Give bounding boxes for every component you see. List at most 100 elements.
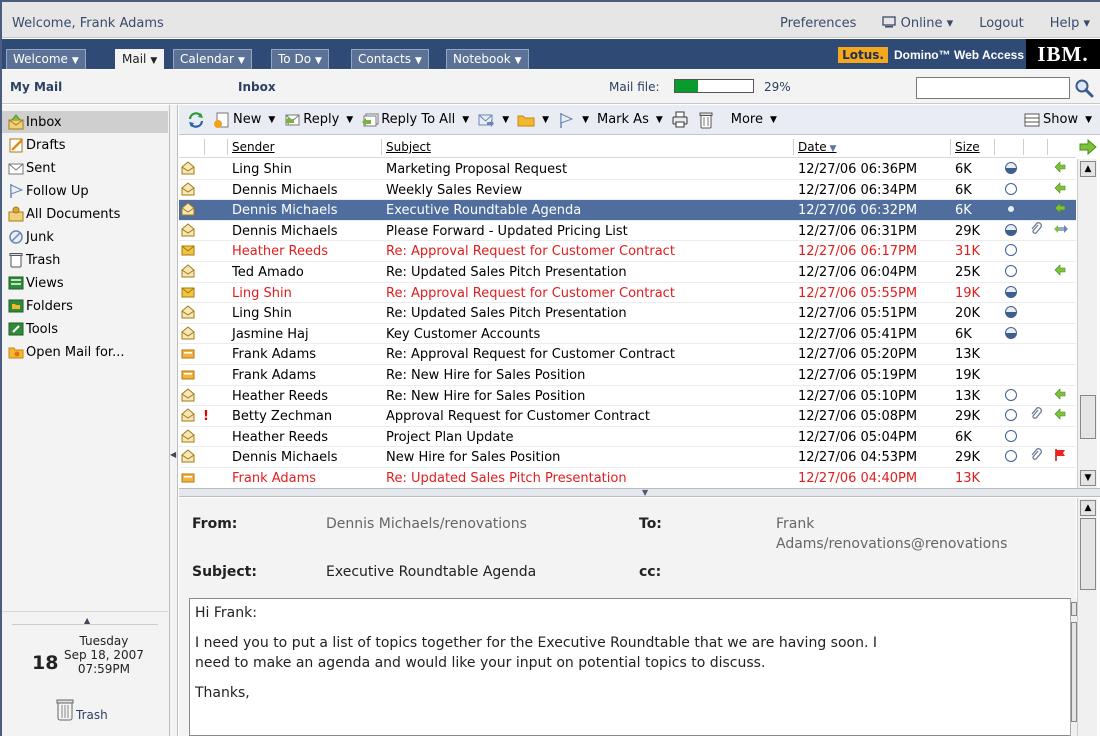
- message-row[interactable]: Dennis Michaels New Hire for Sales Positi…: [179, 447, 1076, 468]
- message-row[interactable]: Dennis Michaels Please Forward - Updated …: [179, 221, 1076, 242]
- print-button[interactable]: [671, 111, 689, 129]
- subject-label: Subject:: [192, 564, 257, 580]
- tab-welcome[interactable]: Welcome ▼: [6, 49, 86, 69]
- sender-column-header[interactable]: Sender: [232, 140, 275, 154]
- collapse-left-icon[interactable]: ◀: [170, 450, 176, 459]
- date-cell: 12/27/06 06:34PM: [798, 182, 918, 198]
- message-row[interactable]: Heather Reeds Project Plan Update 12/27/06…: [179, 427, 1076, 448]
- refresh-button[interactable]: [187, 111, 205, 129]
- message-row[interactable]: ! Betty Zechman Approval Request for Custo…: [179, 406, 1076, 427]
- read-status-icon: [1005, 223, 1017, 236]
- to-value-line1: Frank: [776, 516, 815, 532]
- message-row[interactable]: Dennis Michaels Weekly Sales Review 12/27/…: [179, 180, 1076, 201]
- message-row[interactable]: Ling Shin Re: Updated Sales Pitch Present…: [179, 303, 1076, 324]
- follow-up-button[interactable]: ▼: [557, 111, 589, 129]
- tab-contacts[interactable]: Contacts ▼: [351, 49, 429, 69]
- size-cell: 29K: [955, 223, 981, 239]
- tab-to-do[interactable]: To Do ▼: [271, 49, 329, 69]
- logout-link[interactable]: Logout: [979, 16, 1024, 31]
- forward-button[interactable]: ▼: [477, 111, 509, 129]
- show-button[interactable]: Show ▼: [1023, 111, 1092, 129]
- more-button[interactable]: More ▼: [731, 112, 777, 127]
- reply-button[interactable]: Reply ▼: [283, 111, 353, 129]
- search-input[interactable]: [916, 77, 1070, 99]
- brand: Lotus. Domino™ Web Access: [838, 45, 1024, 65]
- sidebar-item-trash[interactable]: Trash: [2, 249, 168, 271]
- to-value-line2: Adams/renovations@renovations: [776, 536, 1008, 552]
- size-cell: 31K: [955, 244, 981, 260]
- tab-dropdown-icon[interactable]: ▼: [415, 56, 422, 66]
- tab-dropdown-icon[interactable]: ▼: [238, 56, 245, 66]
- next-page-arrow-icon[interactable]: [1079, 139, 1097, 155]
- tab-dropdown-icon[interactable]: ▼: [315, 56, 322, 66]
- sidebar-item-follow-up[interactable]: Follow Up: [2, 180, 168, 202]
- preview-splitter[interactable]: ▼: [179, 488, 1100, 497]
- subject-cell: Re: Updated Sales Pitch Presentation: [386, 264, 627, 280]
- scroll-up-button[interactable]: ▲: [1080, 161, 1096, 177]
- sidebar-item-junk[interactable]: Junk: [2, 226, 168, 248]
- help-menu[interactable]: Help ▾: [1050, 16, 1090, 31]
- tab-calendar[interactable]: Calendar ▼: [173, 49, 252, 69]
- sidebar-item-sent[interactable]: Sent: [2, 157, 168, 179]
- scroll-thumb[interactable]: [1080, 395, 1096, 439]
- subject-cell: Project Plan Update: [386, 429, 514, 445]
- date-column-label: Date: [798, 140, 827, 154]
- preview-scroll-thumb[interactable]: [1080, 518, 1096, 590]
- product-name: Domino™ Web Access: [893, 48, 1024, 62]
- message-row[interactable]: Ling Shin Re: Approval Request for Custom…: [179, 283, 1076, 304]
- collapse-down-icon[interactable]: ▼: [642, 488, 648, 497]
- sidebar-item-open-mail-for[interactable]: Open Mail for...: [2, 341, 168, 363]
- nav-splitter[interactable]: ◀: [170, 105, 178, 736]
- preview-scroll-up-button[interactable]: ▲: [1080, 500, 1096, 516]
- message-row[interactable]: Dennis Michaels Executive Roundtable Agen…: [179, 200, 1076, 221]
- sender-cell: Frank Adams: [232, 367, 317, 383]
- drafts-icon: [8, 137, 24, 153]
- mark-as-button[interactable]: Mark As ▼: [597, 112, 663, 127]
- message-row[interactable]: Ted Amado Re: Updated Sales Pitch Present…: [179, 262, 1076, 283]
- preferences-link[interactable]: Preferences: [780, 16, 856, 31]
- date-column-header[interactable]: Date ▼: [798, 140, 836, 154]
- message-row[interactable]: Frank Adams Re: Updated Sales Pitch Prese…: [179, 468, 1076, 488]
- reply-all-button[interactable]: Reply To All ▼: [361, 111, 469, 129]
- subject-cell: Marketing Proposal Request: [386, 162, 568, 177]
- message-list-scrollbar[interactable]: ▲ ▼: [1077, 159, 1097, 488]
- message-row[interactable]: Heather Reeds Re: New Hire for Sales Posi…: [179, 386, 1076, 407]
- current-time: 07:59PM: [77, 662, 131, 676]
- folder-button[interactable]: ▼: [517, 111, 549, 129]
- online-label: Online ▾: [900, 16, 954, 31]
- trash-shortcut[interactable]: Trash: [56, 698, 108, 722]
- message-row[interactable]: Heather Reeds Re: Approval Request for Cu…: [179, 241, 1076, 262]
- envelope-icon: [181, 181, 195, 196]
- tab-dropdown-icon[interactable]: ▼: [72, 56, 79, 66]
- sent-message-icon: [181, 346, 195, 360]
- envelope-icon: [181, 326, 195, 340]
- tab-mail[interactable]: Mail ▼: [115, 49, 165, 70]
- sidebar-item-inbox[interactable]: Inbox: [2, 111, 168, 133]
- sidebar-item-folders[interactable]: Folders: [2, 295, 168, 317]
- size-column-header[interactable]: Size: [955, 140, 980, 154]
- message-body[interactable]: Hi Frank: I need you to put a list of to…: [189, 598, 1076, 736]
- message-row[interactable]: Frank Adams Re: Approval Request for Cust…: [179, 344, 1076, 365]
- message-row[interactable]: Ling Shin Marketing Proposal Request 12/27…: [179, 159, 1076, 180]
- online-status-menu[interactable]: Online ▾: [882, 16, 953, 31]
- size-cell: 29K: [955, 450, 981, 466]
- new-button[interactable]: New ▼: [213, 111, 275, 129]
- message-row[interactable]: Jasmine Haj Key Customer Accounts 12/27/06…: [179, 324, 1076, 345]
- subject-column-header[interactable]: Subject: [386, 140, 431, 154]
- tab-notebook[interactable]: Notebook ▼: [446, 49, 529, 69]
- sidebar-item-views[interactable]: Views: [2, 272, 168, 294]
- message-row[interactable]: Frank Adams Re: New Hire for Sales Positi…: [179, 365, 1076, 386]
- preview-scrollbar[interactable]: ▲: [1077, 498, 1097, 736]
- sidebar-item-tools[interactable]: Tools: [2, 318, 168, 340]
- body-scrollbar[interactable]: [1070, 598, 1077, 736]
- delete-button[interactable]: [697, 111, 715, 129]
- forward-icon: [478, 114, 495, 127]
- cc-label: cc:: [639, 564, 662, 580]
- tab-dropdown-icon[interactable]: ▼: [515, 56, 522, 66]
- scroll-down-button[interactable]: ▼: [1080, 470, 1096, 486]
- sidebar-item-all-documents[interactable]: All Documents: [2, 203, 168, 225]
- tab-dropdown-icon[interactable]: ▼: [150, 56, 157, 66]
- search-icon[interactable]: [1074, 78, 1094, 98]
- date-cell: 12/27/06 05:04PM: [798, 429, 918, 445]
- sidebar-item-drafts[interactable]: Drafts: [2, 134, 168, 156]
